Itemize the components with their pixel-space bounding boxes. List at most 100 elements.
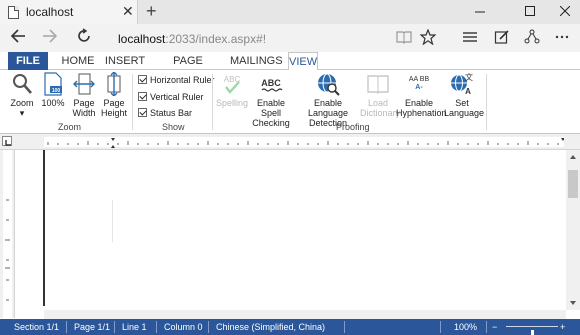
checkbox-checked-icon [138, 108, 147, 117]
status-bar-checkbox[interactable]: Status Bar [138, 108, 192, 119]
page-height-button[interactable]: Page Height [100, 72, 128, 118]
svg-text:100: 100 [52, 88, 61, 94]
tab-file[interactable]: FILE [8, 52, 48, 70]
page-100-icon: 100 [44, 72, 62, 96]
status-divider [66, 321, 67, 333]
zoom-slider[interactable] [506, 326, 558, 335]
section-indicator: Section 1/1 [14, 322, 60, 332]
language-indicator[interactable]: Chinese (Simplified, China) [210, 319, 331, 335]
zoom-100-button[interactable]: 100 100% [40, 72, 66, 108]
address-bar-row: localhost:2033/index.aspx#! [0, 24, 580, 52]
page-height-icon [107, 72, 121, 96]
enable-spell-checking-button[interactable]: ABC Enable Spell Checking [248, 72, 294, 128]
book-icon [396, 31, 412, 44]
url-path: :2033/index.aspx#! [165, 32, 267, 46]
enable-hyphenation-button[interactable]: AA BB A- Enable Hyphenation [396, 72, 447, 118]
spelling-check-icon: ABC [224, 75, 240, 94]
set-language-label: Set Language [444, 98, 485, 118]
svg-text:AA BB: AA BB [409, 76, 430, 83]
zoom-slider-thumb[interactable] [531, 330, 534, 335]
close-tab-icon[interactable]: ✕ [122, 3, 134, 20]
page-width-icon [73, 73, 95, 95]
zoom-button[interactable]: Zoom ▾ [8, 72, 36, 118]
svg-text:A: A [465, 87, 471, 96]
page-indicator: Page 1/1 [74, 322, 111, 332]
zoom-100-label: 100% [41, 98, 65, 108]
spelling-button[interactable]: ABC Spelling [216, 72, 248, 108]
horizontal-ruler[interactable] [0, 134, 580, 150]
ribbon-tab-strip: FILE HOME INSERT PAGE LAYOUT MAILINGS VI… [0, 52, 580, 85]
enable-spell-checking-label: Enable Spell Checking [252, 98, 290, 128]
svg-text:A-: A- [415, 84, 423, 91]
zoom-group-label: Zoom [58, 122, 82, 132]
zoom-label: Zoom [10, 98, 34, 108]
scroll-down-icon [570, 301, 576, 305]
browser-tab[interactable]: localhost ✕ [0, 0, 138, 24]
maximize-icon [525, 6, 535, 16]
reading-view-button[interactable] [396, 29, 412, 50]
page-height-label: Page Height [100, 98, 127, 118]
load-dictionary-button[interactable]: Load Dictionary [360, 72, 400, 118]
vertical-ruler-label: Vertical Ruler [150, 92, 204, 102]
horizontal-ruler-checkbox[interactable]: Horizontal Ruler [138, 75, 215, 86]
column-indicator: Column 0 [164, 322, 203, 332]
svg-text:文: 文 [465, 72, 473, 82]
web-note-button[interactable] [494, 29, 510, 50]
maximize-button[interactable] [510, 0, 550, 24]
page-icon [8, 6, 19, 19]
tab-stop-icon [5, 140, 11, 146]
tab-insert[interactable]: INSERT [104, 52, 146, 70]
tab-view[interactable]: VIEW [288, 52, 318, 71]
page-width-button[interactable]: Page Width [70, 72, 98, 118]
close-window-button[interactable] [545, 0, 580, 24]
hub-button[interactable] [462, 29, 478, 50]
new-tab-button[interactable]: + [146, 1, 157, 22]
favorite-button[interactable] [419, 28, 437, 50]
pen-note-icon [494, 30, 509, 44]
zoom-percent[interactable]: 100% [448, 319, 483, 335]
page-width-label: Page Width [72, 98, 96, 118]
tab-page-layout[interactable]: PAGE LAYOUT [152, 52, 224, 85]
checkbox-checked-icon [138, 92, 147, 101]
dropdown-arrow-icon: ▾ [19, 108, 25, 118]
refresh-button[interactable] [76, 28, 92, 48]
hub-icon [463, 32, 477, 42]
vertical-ruler-checkbox[interactable]: Vertical Ruler [138, 92, 204, 103]
status-divider [114, 321, 115, 333]
tab-home[interactable]: HOME [58, 52, 98, 70]
zoom-out-button[interactable]: − [490, 319, 499, 335]
vertical-ruler-scale [3, 150, 12, 318]
document-canvas[interactable] [15, 150, 566, 310]
zoom-in-button[interactable]: + [558, 319, 567, 335]
group-divider [132, 74, 133, 130]
url-text: localhost:2033/index.aspx#! [118, 32, 266, 46]
forward-button[interactable] [42, 28, 58, 48]
spelling-label: Spelling [216, 98, 249, 108]
more-button[interactable] [554, 29, 570, 50]
minimize-button[interactable] [460, 0, 500, 24]
tab-title: localhost [26, 5, 74, 19]
vertical-scroll-thumb[interactable] [568, 170, 578, 198]
vertical-scrollbar[interactable] [566, 150, 580, 310]
text-cursor [112, 200, 113, 242]
tab-stop-selector[interactable] [2, 136, 12, 146]
ruler-ticks [47, 138, 565, 148]
group-divider [212, 74, 213, 130]
url-field[interactable]: localhost:2033/index.aspx#! [110, 28, 440, 50]
group-divider [486, 74, 487, 130]
status-divider [486, 321, 487, 333]
horizontal-scrollbar[interactable] [44, 310, 566, 319]
svg-text:ABC: ABC [261, 78, 281, 88]
proofing-group-label: Proofing [336, 122, 370, 132]
enable-language-detection-button[interactable]: Enable Language Detection [296, 72, 360, 128]
share-button[interactable] [524, 29, 540, 50]
url-host: localhost [118, 32, 166, 46]
vertical-ruler[interactable] [0, 150, 15, 318]
status-divider [344, 321, 345, 333]
tab-mailings[interactable]: MAILINGS [230, 52, 283, 70]
show-group-label: Show [162, 122, 185, 132]
ribbon-panel: Zoom ▾ 100 100% Page Width Page Height Z… [0, 70, 580, 134]
back-button[interactable] [10, 28, 26, 48]
status-divider [156, 321, 157, 333]
set-language-button[interactable]: 文A Set Language [444, 72, 484, 118]
